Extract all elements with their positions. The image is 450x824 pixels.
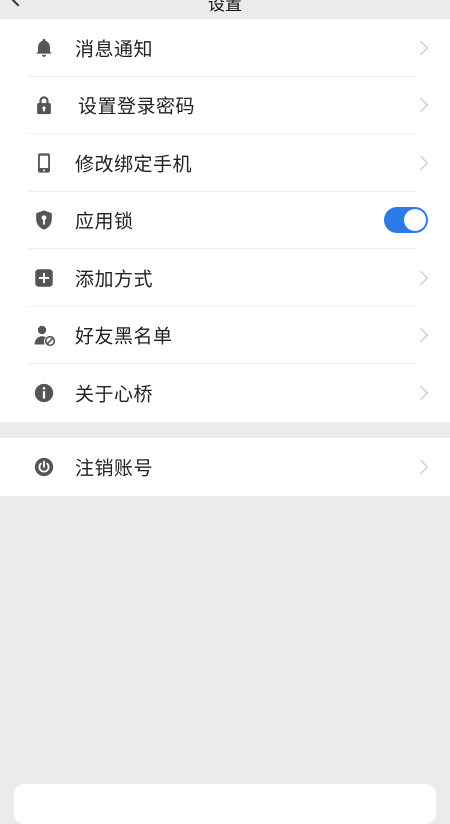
top-bar: 设置 [0, 0, 450, 18]
chevron-right-icon [413, 40, 429, 55]
settings-item-about[interactable]: 关于心桥 [0, 364, 450, 422]
bell-icon [32, 36, 56, 60]
toggle-knob [404, 209, 426, 232]
chevron-right-icon [413, 328, 429, 343]
plus-square-icon [32, 266, 56, 290]
settings-item-notifications[interactable]: 消息通知 [0, 19, 450, 77]
chevron-right-icon [413, 459, 429, 474]
settings-item-login-password[interactable]: 设置登录密码 [0, 77, 450, 134]
settings-item-label: 好友黑名单 [75, 325, 173, 348]
phone-icon [32, 151, 56, 175]
chevron-right-icon [413, 98, 429, 113]
settings-item-label: 添加方式 [75, 268, 154, 291]
settings-item-label: 设置登录密码 [78, 95, 196, 118]
settings-item-deactivate-account[interactable]: 注销账号 [0, 438, 450, 496]
settings-item-label: 修改绑定手机 [75, 153, 193, 176]
shield-key-icon [32, 208, 56, 232]
settings-item-label: 关于心桥 [75, 383, 154, 406]
settings-list: 消息通知 设置登录密码 修改绑定手机 应用锁 添加方式 好友黑名单 关于心桥 [0, 19, 450, 422]
info-icon [32, 381, 56, 405]
settings-item-label: 注销账号 [75, 457, 154, 480]
power-icon [32, 455, 56, 479]
settings-item-label: 消息通知 [75, 38, 154, 61]
lock-icon [32, 93, 56, 117]
logout-section: 注销账号 [0, 438, 450, 496]
settings-item-change-phone[interactable]: 修改绑定手机 [0, 134, 450, 192]
bottom-card [14, 784, 436, 824]
page-title: 设置 [208, 0, 242, 15]
settings-item-blacklist[interactable]: 好友黑名单 [0, 307, 450, 364]
settings-item-label: 应用锁 [75, 210, 134, 233]
chevron-right-icon [413, 155, 429, 170]
settings-item-app-lock: 应用锁 [0, 192, 450, 249]
chevron-right-icon [413, 385, 429, 400]
chevron-right-icon [413, 270, 429, 285]
app-lock-toggle[interactable] [384, 207, 428, 234]
user-block-icon [32, 323, 56, 347]
settings-item-add-method[interactable]: 添加方式 [0, 249, 450, 307]
